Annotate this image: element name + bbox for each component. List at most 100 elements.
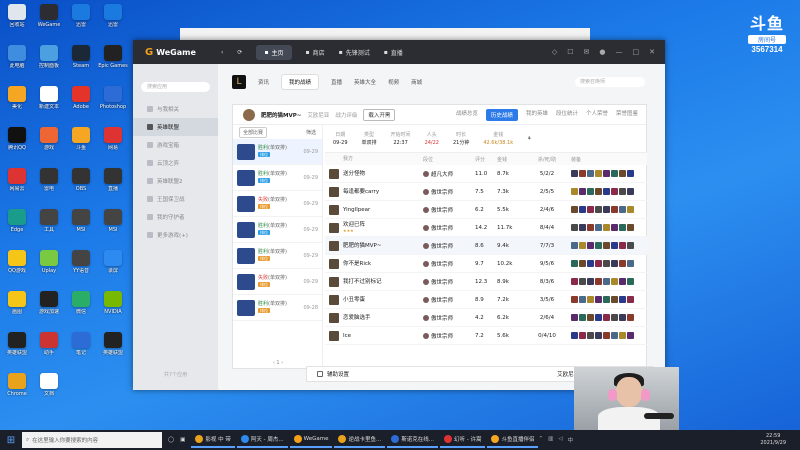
sidebar-item[interactable]: 云顶之弈 xyxy=(133,154,218,172)
lol-client-icon[interactable]: ⚘ xyxy=(527,136,531,142)
desktop-icon[interactable]: Chrome xyxy=(2,373,32,397)
desktop-icon[interactable]: Adobe xyxy=(66,86,96,110)
desktop-icon[interactable]: 游戏 xyxy=(34,127,64,151)
record-tab[interactable]: 战绩总览 xyxy=(456,109,478,121)
refresh-icon[interactable]: ⟳ xyxy=(237,49,242,56)
table-row[interactable]: 肥肥的猫MVP~ 傲世宗师 8.6 9.4k 7/7/3 xyxy=(325,237,647,255)
table-row[interactable]: 我打不过别标记 傲世宗师 12.3 8.9k 8/3/6 xyxy=(325,273,647,291)
back-icon[interactable]: ‹ xyxy=(221,49,223,56)
desktop-icon[interactable]: Uplay xyxy=(34,250,64,274)
ime-icon[interactable]: 中 xyxy=(568,436,574,444)
wegame-logo[interactable]: G WeGame xyxy=(133,47,215,58)
desktop-icon[interactable]: 美化 xyxy=(2,86,32,110)
chevron-up-icon[interactable]: ⌃ xyxy=(538,436,543,444)
desktop-icon[interactable]: 迅雷 xyxy=(98,4,128,28)
game-tab[interactable]: 商城 xyxy=(411,78,422,86)
mail-icon[interactable]: ✉ xyxy=(584,48,590,56)
chat-icon[interactable]: ☐ xyxy=(567,48,573,56)
game-tab[interactable]: 我的战绩 xyxy=(281,74,320,90)
table-row[interactable]: Ice 傲世宗师 7.2 5.6k 0/4/10 xyxy=(325,327,647,345)
desktop-icon[interactable]: 迅雷 xyxy=(66,4,96,28)
desktop-icon[interactable]: YY语音 xyxy=(66,250,96,274)
avatar[interactable]: ● xyxy=(599,48,605,56)
filter-button[interactable]: 筛选 xyxy=(306,129,316,136)
nav-home[interactable]: ▪ 主页 xyxy=(256,44,292,60)
desktop-icon[interactable]: NVIDIA xyxy=(98,291,128,315)
sidebar-item[interactable]: 与我相关 xyxy=(133,100,218,118)
desktop-icon[interactable]: 微信 xyxy=(66,291,96,315)
clock[interactable]: 22:59 2021/9/29 xyxy=(760,433,800,447)
taskbar-search-input[interactable]: ⌕ 在这里输入你要搜索的内容 xyxy=(22,432,162,448)
record-tab[interactable]: 荣誉图鉴 xyxy=(616,109,638,121)
taskbar-item[interactable]: WeGame xyxy=(289,432,333,448)
shield-icon[interactable]: ◇ xyxy=(552,48,557,56)
nav-tv[interactable]: ▪ 直播 xyxy=(384,45,403,60)
volume-icon[interactable]: ◁ xyxy=(558,436,562,444)
desktop-icon[interactable]: 网易 xyxy=(98,127,128,151)
nav-flask[interactable]: ▪ 先锋测试 xyxy=(339,45,370,60)
windows-start-icon[interactable]: ⊞ xyxy=(0,435,22,446)
game-tab[interactable]: 英雄大全 xyxy=(354,78,376,86)
desktop-icon[interactable]: 斗鱼 xyxy=(66,127,96,151)
desktop-icon[interactable]: OBS xyxy=(66,168,96,192)
match-filter-select[interactable]: 全部比赛 xyxy=(239,126,268,138)
sidebar-item[interactable]: 英雄联盟 xyxy=(133,118,218,136)
taskbar-item[interactable]: 斯诺克在线... xyxy=(387,432,438,448)
game-tab[interactable]: 视频 xyxy=(388,78,399,86)
sidebar-search-input[interactable]: 搜索应用 xyxy=(141,82,210,92)
sidebar-item[interactable]: 我的守护者 xyxy=(133,208,218,226)
table-row[interactable]: 你不是Rick 傲世宗师 9.7 10.2k 9/5/6 xyxy=(325,255,647,273)
desktop-icon[interactable]: 控制面板 xyxy=(34,45,64,69)
desktop-icon[interactable]: 腾讯QQ xyxy=(2,127,32,151)
desktop-icon[interactable]: 工具 xyxy=(34,209,64,233)
nav-store[interactable]: ▪ 商店 xyxy=(306,45,325,60)
desktop-icon[interactable]: Epic Games xyxy=(98,45,128,69)
task-switch-icon[interactable]: ▣ xyxy=(180,437,185,443)
desktop-icon[interactable]: MSI xyxy=(98,209,128,233)
taskbar-item[interactable]: 阿天 - 周杰... xyxy=(236,432,288,448)
desktop-icon[interactable]: 笔记 xyxy=(66,332,96,356)
sidebar-item[interactable]: 更多游戏(+) xyxy=(133,226,218,244)
taskbar-item[interactable]: 逆战卡里鱼... xyxy=(334,432,386,448)
match-list-item[interactable]: 胜利(单双排) 排位 09-29 xyxy=(233,165,322,191)
match-list-item[interactable]: 失败(单双排) 排位 09-29 xyxy=(233,191,322,217)
sidebar-item[interactable]: 王国保卫战 xyxy=(133,190,218,208)
summoner-search-input[interactable]: 搜索召唤师 xyxy=(575,77,645,87)
sidebar-item[interactable]: 游戏宝箱 xyxy=(133,136,218,154)
match-list-item[interactable]: 失败(单双排) 排位 09-29 xyxy=(233,269,322,295)
taskbar-item[interactable]: 影视 中 带 xyxy=(191,432,235,448)
game-tab[interactable]: 直播 xyxy=(331,78,342,86)
desktop-icon[interactable]: Steam xyxy=(66,45,96,69)
table-row[interactable]: 恋爱脑选手 傲世宗师 4.2 6.2k 2/6/4 xyxy=(325,309,647,327)
desktop-icon[interactable]: 文档 xyxy=(34,373,64,397)
table-row[interactable]: 欢迎已阵 ★★★ 傲世宗师 14.2 11.7k 8/4/4 xyxy=(325,219,647,237)
desktop-icon[interactable]: 游戏加速 xyxy=(34,291,64,315)
record-tab[interactable]: 段位统计 xyxy=(556,109,578,121)
maximize-icon[interactable]: □ xyxy=(633,48,640,56)
desktop-icon[interactable]: 录屏 xyxy=(98,250,128,274)
desktop-icon[interactable]: Photoshop xyxy=(98,86,128,110)
desktop-icon[interactable]: 英雄联盟 xyxy=(98,332,128,356)
desktop-icon[interactable]: 英雄联盟 xyxy=(2,332,32,356)
assist-settings-button[interactable]: 辅助设置 xyxy=(327,370,349,378)
record-tab[interactable]: 个人荣誉 xyxy=(586,109,608,121)
table-row[interactable]: 小丑零蛋 傲世宗师 8.9 7.2k 3/5/6 xyxy=(325,291,647,309)
desktop-icon[interactable]: Edge xyxy=(2,209,32,233)
match-list-item[interactable]: 胜利(单双排) 排位 09-29 xyxy=(233,217,322,243)
sidebar-item[interactable]: 英雄联盟2 xyxy=(133,172,218,190)
desktop-icon[interactable]: WeGame xyxy=(34,4,64,28)
desktop-icon[interactable]: 新建文本 xyxy=(34,86,64,110)
desktop-icon[interactable]: 此电脑 xyxy=(2,45,32,69)
desktop-icon[interactable]: 回收站 xyxy=(2,4,32,28)
table-row[interactable]: 送分怪物 超凡大师 11.0 8.7k 5/2/2 xyxy=(325,165,647,183)
profile-tag[interactable]: 载入开黑 xyxy=(363,108,396,121)
taskbar-item[interactable]: 斗鱼直播伴侣 xyxy=(487,432,539,448)
close-icon[interactable]: ✕ xyxy=(649,48,655,56)
match-list-item[interactable]: 胜利(单双排) 排位 09-28 xyxy=(233,295,322,321)
desktop-icon[interactable]: 画图 xyxy=(2,291,32,315)
desktop-icon[interactable]: 网易云 xyxy=(2,168,32,192)
network-icon[interactable]: ▥ xyxy=(548,436,553,444)
taskbar-item[interactable]: 幻听 - 许嵩 xyxy=(439,432,486,448)
table-row[interactable]: Yingllpear 傲世宗师 6.2 5.5k 2/4/6 xyxy=(325,201,647,219)
record-tab[interactable]: 历史战绩 xyxy=(485,108,518,121)
